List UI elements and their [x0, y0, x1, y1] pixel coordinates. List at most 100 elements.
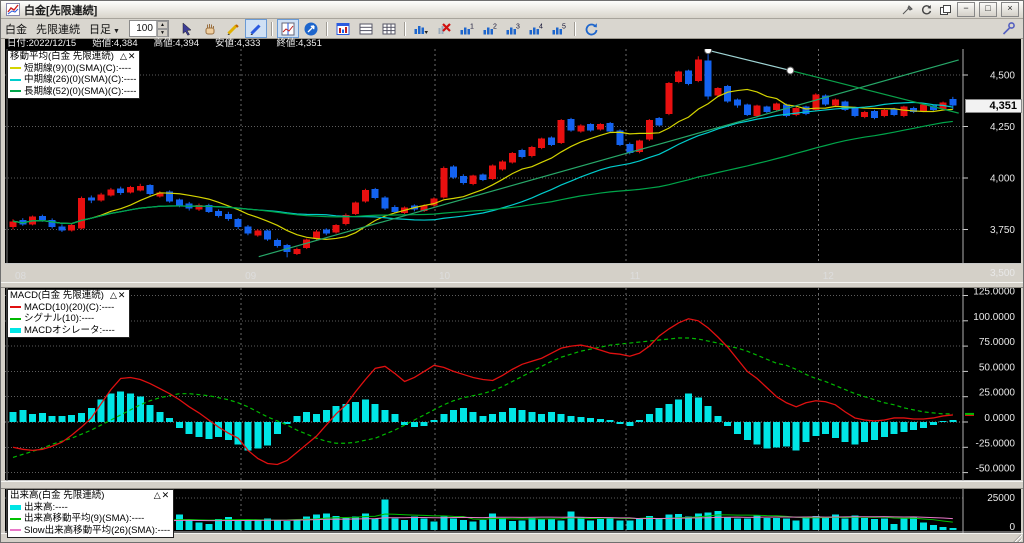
maximize-button[interactable]: □	[979, 2, 997, 17]
chart-region: 4,500 4,250 4,000 3,750 3,500 08 09 10 11 12 125.…	[1, 49, 1024, 538]
candlestick	[861, 111, 869, 118]
panel-4-button[interactable]: 4	[525, 19, 547, 38]
chart-window-button[interactable]	[332, 19, 354, 38]
histogram-menu-button[interactable]	[410, 19, 432, 38]
volume-bar	[371, 518, 379, 530]
macd-osc-bar	[606, 419, 614, 422]
pan-hand-button[interactable]	[199, 19, 221, 38]
candlestick	[831, 99, 839, 106]
volume-bar	[636, 517, 644, 530]
volume-bar	[244, 519, 252, 530]
legend-item: 出来高:----	[10, 502, 170, 514]
toolbar-separator	[325, 21, 328, 36]
toolbar-separator	[270, 21, 273, 36]
macd-osc-bar	[117, 391, 125, 422]
legend-item-label: MACD(10)(20)(C):----	[24, 301, 115, 313]
volume-bar	[675, 513, 683, 530]
refresh-button[interactable]	[580, 19, 602, 38]
trendline-handle[interactable]	[786, 66, 795, 75]
last-price-tag: 4,351	[965, 99, 1022, 113]
grid-sparse-button[interactable]	[355, 19, 377, 38]
candlestick	[743, 104, 751, 115]
chevron-down-icon: ▼	[113, 27, 120, 35]
y-tick-label: 0.0000	[984, 413, 1015, 424]
volume-bar	[185, 519, 193, 530]
macd-osc-bar	[146, 404, 154, 422]
legend-minimize-close-icons[interactable]: △✕	[120, 51, 136, 63]
resize-grip[interactable]	[1010, 534, 1022, 543]
compass-button[interactable]	[300, 19, 322, 38]
macd-chart-canvas[interactable]: 125.0000 100.0000 75.0000 50.0000 25.0000 0.0…	[1, 288, 1024, 481]
candlestick	[352, 202, 360, 214]
macd-osc-bar	[675, 399, 683, 422]
macd-osc-bar	[58, 415, 66, 422]
macd-osc-bar	[733, 422, 741, 435]
macd-osc-bar	[264, 422, 272, 446]
candlestick	[557, 120, 565, 143]
candlestick	[655, 118, 663, 126]
macd-osc-bar	[499, 411, 506, 422]
volume-bar	[616, 520, 624, 530]
volume-bar	[410, 516, 418, 530]
macd-osc-bar	[469, 411, 477, 422]
candlestick	[264, 230, 272, 240]
legend-marker-icon	[10, 327, 21, 333]
x-tick-label: 12	[823, 271, 835, 282]
panel-3-button[interactable]: 3	[502, 19, 524, 38]
volume-bar	[743, 518, 751, 530]
macd-osc-bar	[528, 411, 536, 422]
settings-wrench-icon[interactable]	[997, 19, 1019, 38]
volume-bar	[939, 526, 947, 530]
copy-window-icon[interactable]	[938, 3, 953, 16]
main-chart-canvas[interactable]: 4,500 4,250 4,000 3,750 3,500 08 09 10 11 12	[1, 49, 1024, 282]
bar-count-value: 100	[136, 23, 153, 34]
macd-osc-bar	[763, 422, 771, 449]
chart-crosshair-button[interactable]	[276, 19, 299, 38]
macd-osc-bar	[19, 409, 27, 422]
candlestick	[440, 168, 448, 198]
candlestick	[753, 105, 761, 116]
legend-marker-icon	[10, 529, 21, 532]
candlestick	[685, 70, 693, 85]
timeframe-select[interactable]: 日足 ▼	[89, 21, 120, 37]
pin-icon[interactable]	[900, 3, 915, 16]
macd-osc-bar	[871, 422, 879, 441]
volume-bar	[234, 521, 242, 530]
minimize-button[interactable]: −	[957, 2, 975, 17]
macd-osc-bar	[538, 413, 546, 422]
legend-minimize-close-icons[interactable]: △✕	[110, 290, 126, 302]
macd-osc-bar	[547, 411, 555, 422]
spinner-arrows[interactable]: ▲ ▼	[155, 20, 168, 37]
legend-item: MACD(10)(20)(C):----	[10, 302, 126, 314]
panel-1-button[interactable]: 1	[456, 19, 478, 38]
macd-osc-bar	[685, 393, 693, 422]
panel-2-button[interactable]: 2	[479, 19, 501, 38]
draw-pencil-button[interactable]	[222, 19, 244, 38]
candlestick	[58, 226, 66, 231]
grid-dense-button[interactable]	[378, 19, 400, 38]
macd-osc-bar	[430, 419, 438, 422]
titlebar[interactable]: 白金[先限連続] − □ ×	[1, 1, 1023, 19]
y-tick-label: 50.0000	[979, 362, 1016, 373]
panel-splitter[interactable]	[1, 481, 1023, 489]
macd-osc-bar	[518, 409, 526, 422]
rotate-icon[interactable]	[919, 3, 934, 16]
macd-osc-bar	[126, 393, 134, 422]
legend-volume: 出来高(白金 先限連続) △✕ 出来高:---- 出来高移動平均(9)(SMA):--…	[7, 489, 175, 538]
volume-bar	[773, 517, 781, 530]
macd-osc-bar	[743, 422, 751, 441]
macd-osc-bar	[655, 407, 663, 422]
bar-count-spinner[interactable]: 100 ▲ ▼	[128, 20, 169, 37]
draw-pen-button[interactable]	[244, 19, 267, 38]
macd-osc-bar	[352, 401, 360, 422]
trendline-handle[interactable]	[704, 49, 713, 55]
panel-5-button[interactable]: 5	[548, 19, 570, 38]
candlestick	[136, 186, 144, 191]
legend-minimize-close-icons[interactable]: △✕	[154, 490, 170, 502]
select-cursor-button[interactable]	[176, 19, 198, 38]
remove-indicator-button[interactable]	[433, 19, 455, 38]
macd-osc-bar	[391, 413, 399, 422]
close-button[interactable]: ×	[1001, 2, 1019, 17]
legend-title: 移動平均(白金 先限連続)	[10, 51, 114, 62]
volume-bar	[254, 519, 262, 530]
